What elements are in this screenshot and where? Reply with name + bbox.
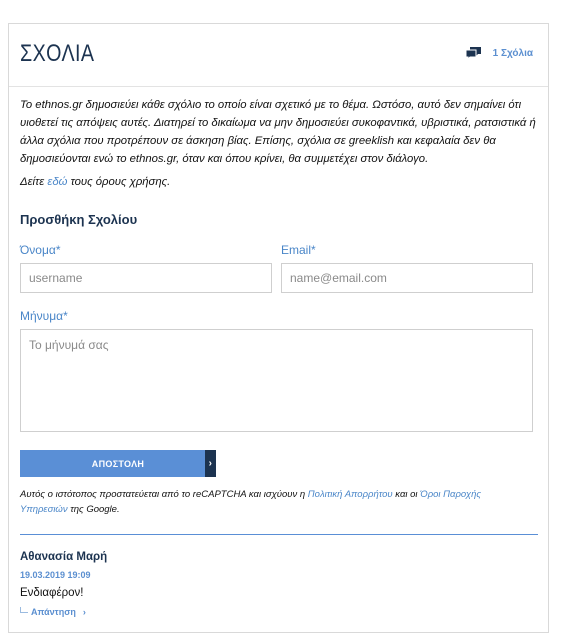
email-input[interactable]	[281, 263, 533, 293]
recaptcha-notice: Αυτός ο ιστότοπος προστατεύεται από το r…	[20, 487, 530, 517]
comments-panel: ΣΧΟΛΙΑ 1 Σχόλια Το ethnos.gr δημοσιεύει …	[8, 23, 549, 633]
terms-link[interactable]: εδώ	[47, 176, 67, 188]
privacy-policy-link[interactable]: Πολιτική Απορρήτου	[308, 489, 393, 500]
comment-text: Ενδιαφέρον!	[20, 587, 84, 599]
recaptcha-prefix: Αυτός ο ιστότοπος προστατεύεται από το r…	[20, 489, 308, 500]
comments-icon	[465, 46, 482, 60]
reply-label: Απάντηση	[31, 607, 76, 617]
chevron-right-icon: ›	[205, 450, 216, 477]
message-label: Μήνυμα*	[20, 309, 68, 323]
terms-line: Δείτε εδώ τους όρους χρήσης.	[20, 176, 170, 188]
comments-title: ΣΧΟΛΙΑ	[20, 40, 95, 67]
name-label: Όνομα*	[20, 243, 61, 257]
comment-date: 19.03.2019 19:09	[20, 570, 91, 580]
moderation-notice: Το ethnos.gr δημοσιεύει κάθε σχόλιο το ο…	[20, 99, 536, 165]
recaptcha-middle: και οι	[392, 489, 421, 500]
comment-count-link[interactable]: 1 Σχόλια	[465, 46, 533, 60]
reply-connector-icon	[20, 607, 28, 613]
email-label: Email*	[281, 243, 316, 257]
terms-prefix: Δείτε	[20, 176, 48, 188]
comment-author: Αθανασία Μαρή	[20, 551, 108, 563]
comments-header: ΣΧΟΛΙΑ 1 Σχόλια	[9, 24, 548, 87]
comments-divider	[20, 534, 538, 535]
chevron-right-icon: ›	[82, 607, 86, 617]
recaptcha-suffix: της Google.	[67, 504, 120, 515]
add-comment-title: Προσθήκη Σχολίου	[20, 212, 138, 227]
message-textarea[interactable]	[20, 329, 533, 432]
terms-suffix: τους όρους χρήσης.	[67, 176, 171, 188]
comment-count[interactable]: 1 Σχόλια	[493, 48, 533, 59]
name-input[interactable]	[20, 263, 272, 293]
submit-label: ΑΠΟΣΤΟΛΗ	[91, 458, 145, 469]
submit-button[interactable]: ΑΠΟΣΤΟΛΗ ›	[20, 450, 216, 477]
reply-button[interactable]: Απάντηση ›	[20, 607, 86, 617]
